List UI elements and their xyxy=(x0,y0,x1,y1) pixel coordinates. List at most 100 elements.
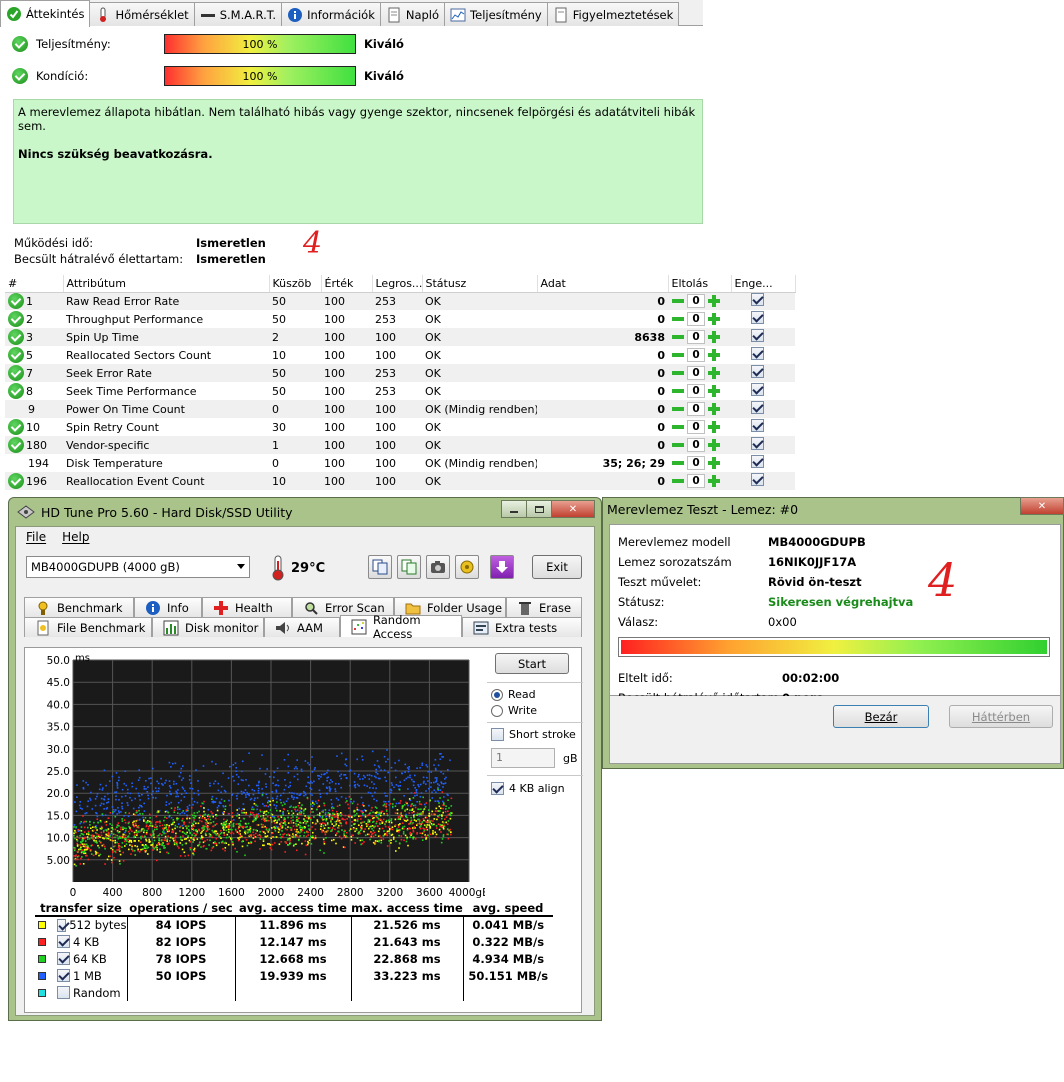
plus-icon[interactable] xyxy=(707,438,721,452)
maximize-button[interactable] xyxy=(526,500,552,518)
dialog-close-button[interactable]: ✕ xyxy=(1020,497,1064,515)
exit-button[interactable]: Exit xyxy=(532,555,582,579)
plus-icon[interactable] xyxy=(707,294,721,308)
plus-icon[interactable] xyxy=(707,402,721,416)
short-stroke-input[interactable]: 1 xyxy=(491,748,555,768)
read-radio[interactable]: Read xyxy=(491,688,536,701)
smart-row[interactable]: 5 Reallocated Sectors Count 10 100 100 OK 0 0 xyxy=(5,346,795,364)
menu-file[interactable]: File xyxy=(26,530,46,544)
smart-col-header[interactable]: Attribútum xyxy=(63,275,270,293)
short-stroke-checkbox[interactable]: Short stroke xyxy=(491,728,576,741)
smart-enabled-checkbox[interactable] xyxy=(751,455,764,468)
smart-enabled-checkbox[interactable] xyxy=(751,365,764,378)
smart-shift-value[interactable]: 0 xyxy=(687,294,705,309)
screenshot-button[interactable] xyxy=(426,555,450,579)
smart-row[interactable]: 10 Spin Retry Count 30 100 100 OK 0 0 xyxy=(5,418,795,436)
smart-col-header[interactable]: Státusz xyxy=(422,275,538,293)
smart-row[interactable]: 8 Seek Time Performance 50 100 253 OK 0 0 xyxy=(5,382,795,400)
tab-benchmark[interactable]: Benchmark xyxy=(24,597,134,617)
top-tab-6[interactable]: Figyelmeztetések xyxy=(546,2,680,26)
smart-enabled-checkbox[interactable] xyxy=(751,437,764,450)
plus-icon[interactable] xyxy=(707,366,721,380)
smart-col-header[interactable]: Érték xyxy=(321,275,373,293)
series-checkbox[interactable] xyxy=(57,969,70,982)
copy-all-button[interactable] xyxy=(397,555,421,579)
smart-row[interactable]: 7 Seek Error Rate 50 100 253 OK 0 0 xyxy=(5,364,795,382)
smart-col-header[interactable]: Küszöb xyxy=(269,275,322,293)
smart-shift-value[interactable]: 0 xyxy=(687,456,705,470)
plus-icon[interactable] xyxy=(707,474,721,488)
write-radio[interactable]: Write xyxy=(491,704,537,717)
smart-shift-value[interactable]: 0 xyxy=(687,420,705,434)
series-checkbox[interactable] xyxy=(57,952,70,965)
tab-erase[interactable]: Erase xyxy=(506,597,582,617)
smart-shift-value[interactable]: 0 xyxy=(687,348,705,362)
top-tab-2[interactable]: S.M.A.R.T. xyxy=(193,2,283,26)
smart-col-header[interactable]: Eltolás xyxy=(668,275,732,293)
smart-enabled-checkbox[interactable] xyxy=(751,329,764,342)
minus-icon[interactable] xyxy=(671,420,685,434)
minus-icon[interactable] xyxy=(671,312,685,326)
top-tab-4[interactable]: Napló xyxy=(379,2,446,26)
smart-shift-value[interactable]: 0 xyxy=(687,402,705,416)
tab-extra-tests[interactable]: Extra tests xyxy=(462,617,582,637)
drive-select[interactable]: MB4000GDUPB (4000 gB) xyxy=(26,556,250,578)
series-checkbox[interactable] xyxy=(57,935,70,948)
smart-row[interactable]: 2 Throughput Performance 50 100 253 OK 0 0 xyxy=(5,310,795,328)
tab-disk-monitor[interactable]: Disk monitor xyxy=(152,617,264,637)
close-button[interactable]: ✕ xyxy=(551,500,595,518)
smart-shift-value[interactable]: 0 xyxy=(687,474,705,488)
tab-health[interactable]: Health xyxy=(202,597,292,617)
menu-help[interactable]: Help xyxy=(62,530,89,544)
tab-info[interactable]: Info xyxy=(134,597,202,617)
smart-shift-value[interactable]: 0 xyxy=(687,330,705,344)
plus-icon[interactable] xyxy=(707,312,721,326)
series-checkbox[interactable] xyxy=(57,918,67,932)
minimize-button[interactable] xyxy=(501,500,527,518)
smart-enabled-checkbox[interactable] xyxy=(751,293,764,307)
minus-icon[interactable] xyxy=(671,438,685,452)
smart-row[interactable]: 3 Spin Up Time 2 100 100 OK 8638 0 xyxy=(5,328,795,346)
smart-enabled-checkbox[interactable] xyxy=(751,311,764,324)
smart-col-header[interactable]: Adat xyxy=(537,275,669,293)
smart-enabled-checkbox[interactable] xyxy=(751,419,764,432)
minus-icon[interactable] xyxy=(671,366,685,380)
smart-enabled-checkbox[interactable] xyxy=(751,383,764,396)
smart-col-header[interactable]: Enge... xyxy=(731,275,796,293)
minus-icon[interactable] xyxy=(671,402,685,416)
smart-shift-value[interactable]: 0 xyxy=(687,366,705,380)
top-tab-3[interactable]: Információk xyxy=(281,2,381,26)
minus-icon[interactable] xyxy=(671,384,685,398)
tab-file-benchmark[interactable]: File Benchmark xyxy=(24,617,152,637)
smart-row[interactable]: 194 Disk Temperature 0 100 100 OK (Mindig ren… xyxy=(5,454,795,472)
plus-icon[interactable] xyxy=(707,456,721,470)
options-button[interactable] xyxy=(455,555,479,579)
smart-row[interactable]: 1 Raw Read Error Rate 50 100 253 OK 0 0 xyxy=(5,292,795,310)
minus-icon[interactable] xyxy=(671,474,685,488)
smart-row[interactable]: 180 Vendor-specific 1 100 100 OK 0 0 xyxy=(5,436,795,454)
series-checkbox[interactable] xyxy=(57,986,70,999)
background-button[interactable]: Háttérben xyxy=(949,705,1053,728)
plus-icon[interactable] xyxy=(707,384,721,398)
smart-row[interactable]: 196 Reallocation Event Count 10 100 100 OK 0 0 xyxy=(5,472,795,490)
top-tab-5[interactable]: Teljesítmény xyxy=(444,2,548,26)
save-button[interactable] xyxy=(490,555,514,579)
tab-random-access[interactable]: Random Access xyxy=(340,613,462,641)
minus-icon[interactable] xyxy=(671,294,685,308)
top-tab-0[interactable]: Áttekintés xyxy=(0,0,91,27)
plus-icon[interactable] xyxy=(707,348,721,362)
align-checkbox[interactable]: 4 KB align xyxy=(491,782,565,795)
minus-icon[interactable] xyxy=(671,348,685,362)
minus-icon[interactable] xyxy=(671,330,685,344)
minus-icon[interactable] xyxy=(671,456,685,470)
smart-col-header[interactable]: Legros... xyxy=(372,275,423,293)
smart-enabled-checkbox[interactable] xyxy=(751,347,764,360)
close-dialog-button[interactable]: Bezár xyxy=(833,705,929,728)
top-tab-1[interactable]: Hőmérséklet xyxy=(89,2,195,26)
smart-row[interactable]: 9 Power On Time Count 0 100 100 OK (Mindig re… xyxy=(5,400,795,418)
tab-aam[interactable]: AAM xyxy=(264,617,340,637)
smart-col-header[interactable]: # xyxy=(5,275,64,293)
plus-icon[interactable] xyxy=(707,420,721,434)
smart-enabled-checkbox[interactable] xyxy=(751,401,764,414)
smart-shift-value[interactable]: 0 xyxy=(687,384,705,398)
